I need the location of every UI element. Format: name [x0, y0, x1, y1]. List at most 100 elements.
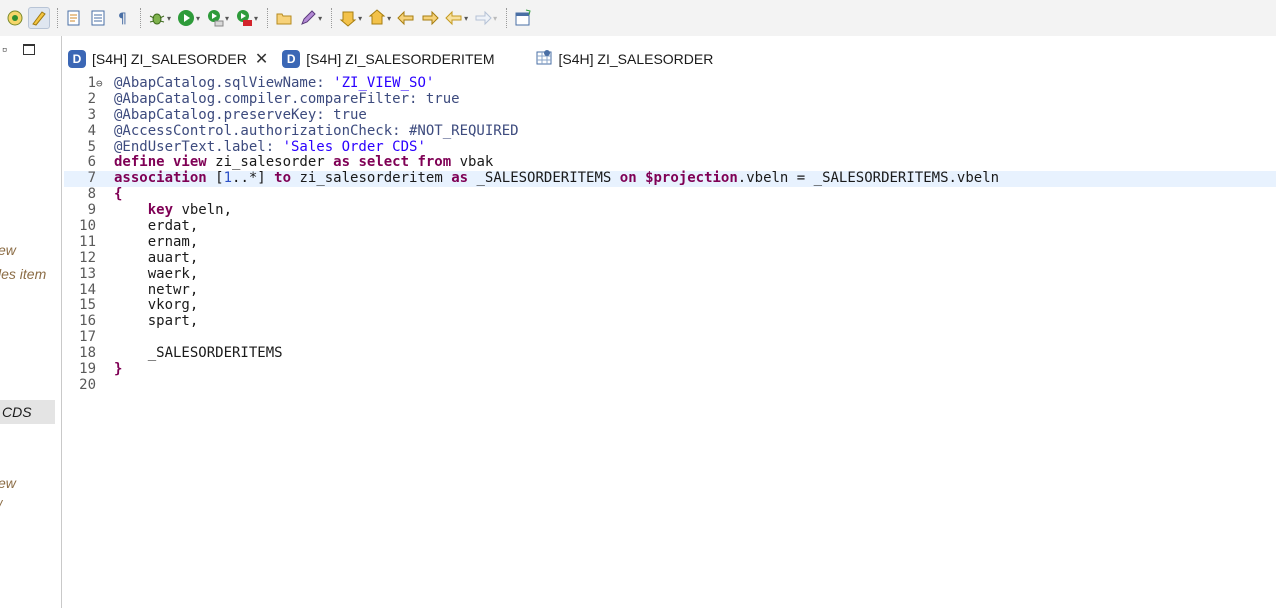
outline-entry[interactable]: /: [0, 497, 2, 513]
run-icon[interactable]: [175, 7, 197, 29]
tab-zi-salesorderitem[interactable]: D [S4H] ZI_SALESORDERITEM: [276, 46, 502, 72]
debug-icon[interactable]: [146, 7, 168, 29]
code-line[interactable]: 19}: [64, 361, 1276, 378]
code-line[interactable]: 16 spart,: [64, 313, 1276, 330]
chevron-down-icon[interactable]: ▾: [387, 14, 391, 23]
code-token: spart,: [114, 313, 199, 330]
code-line[interactable]: 7 association [1..*] to zi_salesorderitem…: [64, 170, 1276, 188]
chevron-down-icon[interactable]: ▾: [225, 14, 229, 23]
line-number: 13: [79, 265, 96, 282]
outline-entry-selected[interactable]: CDS: [0, 400, 55, 424]
code-line[interactable]: 12 auart,: [64, 250, 1276, 267]
code-token: _SALESORDERITEMS: [468, 170, 620, 187]
code-token: @EndUserText.label:: [114, 138, 283, 155]
toolbar-separator: [140, 8, 141, 28]
line-number: 1: [87, 75, 96, 91]
chevron-down-icon[interactable]: ▾: [167, 14, 171, 23]
line-number: 11: [79, 233, 96, 250]
forward-edit-icon[interactable]: [419, 7, 441, 29]
line-number: 18: [79, 345, 96, 362]
line-number: 4: [87, 122, 96, 139]
outline-entry[interactable]: les item: [0, 266, 46, 282]
chevron-down-icon[interactable]: ▾: [358, 14, 362, 23]
next-annotation-icon[interactable]: [337, 7, 359, 29]
code-line[interactable]: 5 @EndUserText.label: 'Sales Order CDS': [64, 138, 1276, 156]
code-line[interactable]: 13 waerk,: [64, 265, 1276, 283]
code-token: define view: [114, 154, 207, 171]
code-token: 'Sales Order CDS': [282, 138, 426, 155]
line-number: 10: [79, 218, 96, 235]
code-token: [: [206, 170, 224, 187]
main-toolbar: ¶ ▾ ▾ ▾ ▾ ▾ ▾ ▾ ▾ ▾: [0, 0, 1276, 36]
new-window-icon[interactable]: [512, 7, 534, 29]
minimize-icon[interactable]: ▫: [2, 41, 7, 57]
code-line[interactable]: 3 @AbapCatalog.preserveKey: true: [64, 107, 1276, 124]
code-line[interactable]: 6 define view zi_salesorder as select fro…: [64, 155, 1276, 171]
tab-label: [S4H] ZI_SALESORDER: [558, 51, 714, 67]
code-text: key vbeln,: [114, 202, 233, 219]
code-line[interactable]: 11 ernam,: [64, 233, 1276, 251]
chevron-down-icon: ▾: [493, 13, 498, 23]
code-line[interactable]: 2 @AbapCatalog.compiler.compareFilter: tr…: [64, 90, 1276, 108]
code-line[interactable]: 4 @AccessControl.authorizationCheck: #NOT…: [64, 122, 1276, 140]
chevron-down-icon[interactable]: ▾: [254, 14, 258, 23]
code-line[interactable]: 20: [64, 377, 1276, 394]
outline-entry[interactable]: ew: [0, 475, 16, 491]
open-object-icon[interactable]: [63, 7, 85, 29]
new-connection-icon[interactable]: [4, 7, 26, 29]
chevron-down-icon[interactable]: ▾: [196, 14, 200, 23]
code-token: vbak: [451, 154, 494, 171]
code-editor[interactable]: 1 ⊖ @AbapCatalog.sqlViewName: 'ZI_VIEW_SO'…: [64, 75, 1276, 608]
pen-icon[interactable]: [297, 7, 319, 29]
left-panel-header: ▫: [0, 36, 61, 62]
line-number: 5: [87, 138, 96, 155]
tab-zi-salesorder-preview[interactable]: [S4H] ZI_SALESORDER: [529, 46, 722, 72]
code-line[interactable]: 10 erdat,: [64, 218, 1276, 235]
code-token: @AccessControl.authorizationCheck: #NOT_…: [114, 122, 519, 139]
tab-label: [S4H] ZI_SALESORDERITEM: [306, 51, 495, 67]
code-text: @AbapCatalog.compiler.compareFilter: tru…: [114, 90, 460, 108]
coverage-icon[interactable]: [204, 7, 226, 29]
highlight-icon[interactable]: [28, 7, 50, 29]
code-line[interactable]: 1 ⊖ @AbapCatalog.sqlViewName: 'ZI_VIEW_SO': [64, 75, 1276, 92]
code-token: vbeln,: [173, 202, 233, 219]
chevron-down-icon[interactable]: ▾: [318, 14, 322, 23]
fold-collapse-icon[interactable]: ⊖: [96, 76, 108, 92]
code-line[interactable]: 17: [64, 329, 1276, 346]
code-line[interactable]: 8{: [64, 186, 1276, 203]
outline-entry[interactable]: ew: [0, 242, 16, 258]
toolbar-separator: [331, 8, 333, 28]
code-line[interactable]: 14 netwr,: [64, 282, 1276, 299]
code-line[interactable]: 9 key vbeln,: [64, 202, 1276, 219]
show-whitespace-icon[interactable]: ¶: [111, 7, 133, 29]
line-number: 8: [87, 186, 96, 203]
maximize-icon[interactable]: [22, 43, 35, 55]
outline-icon[interactable]: [87, 7, 109, 29]
prev-annotation-icon[interactable]: [366, 7, 388, 29]
line-number: 6: [87, 154, 96, 171]
code-token: @AbapCatalog.compiler.compareFilter: tru…: [114, 90, 460, 107]
back-edit-icon[interactable]: [395, 7, 417, 29]
line-number: 17: [79, 329, 96, 346]
code-token: _SALESORDERITEMS: [114, 345, 283, 362]
code-text: }: [114, 361, 122, 378]
code-token: .vbeln = _SALESORDERITEMS.vbeln: [737, 170, 1000, 187]
code-text: spart,: [114, 313, 199, 330]
back-icon[interactable]: [443, 7, 465, 29]
code-line[interactable]: 18 _SALESORDERITEMS: [64, 345, 1276, 362]
code-line[interactable]: 15 vkorg,: [64, 298, 1276, 314]
toolbar-separator: [57, 8, 58, 28]
ddl-icon: D: [68, 50, 86, 68]
chevron-down-icon[interactable]: ▾: [464, 14, 468, 23]
code-text: @AccessControl.authorizationCheck: #NOT_…: [114, 122, 519, 140]
code-token: @AbapCatalog.sqlViewName:: [114, 75, 334, 91]
close-icon[interactable]: ✕: [255, 49, 268, 69]
code-token: ..*]: [232, 170, 275, 187]
code-token: zi_salesorder: [206, 154, 334, 171]
external-tools-icon[interactable]: [233, 7, 255, 29]
svg-text:¶: ¶: [118, 11, 127, 27]
open-folder-icon[interactable]: [273, 7, 295, 29]
tab-zi-salesorder[interactable]: D [S4H] ZI_SALESORDER ✕: [62, 46, 276, 72]
